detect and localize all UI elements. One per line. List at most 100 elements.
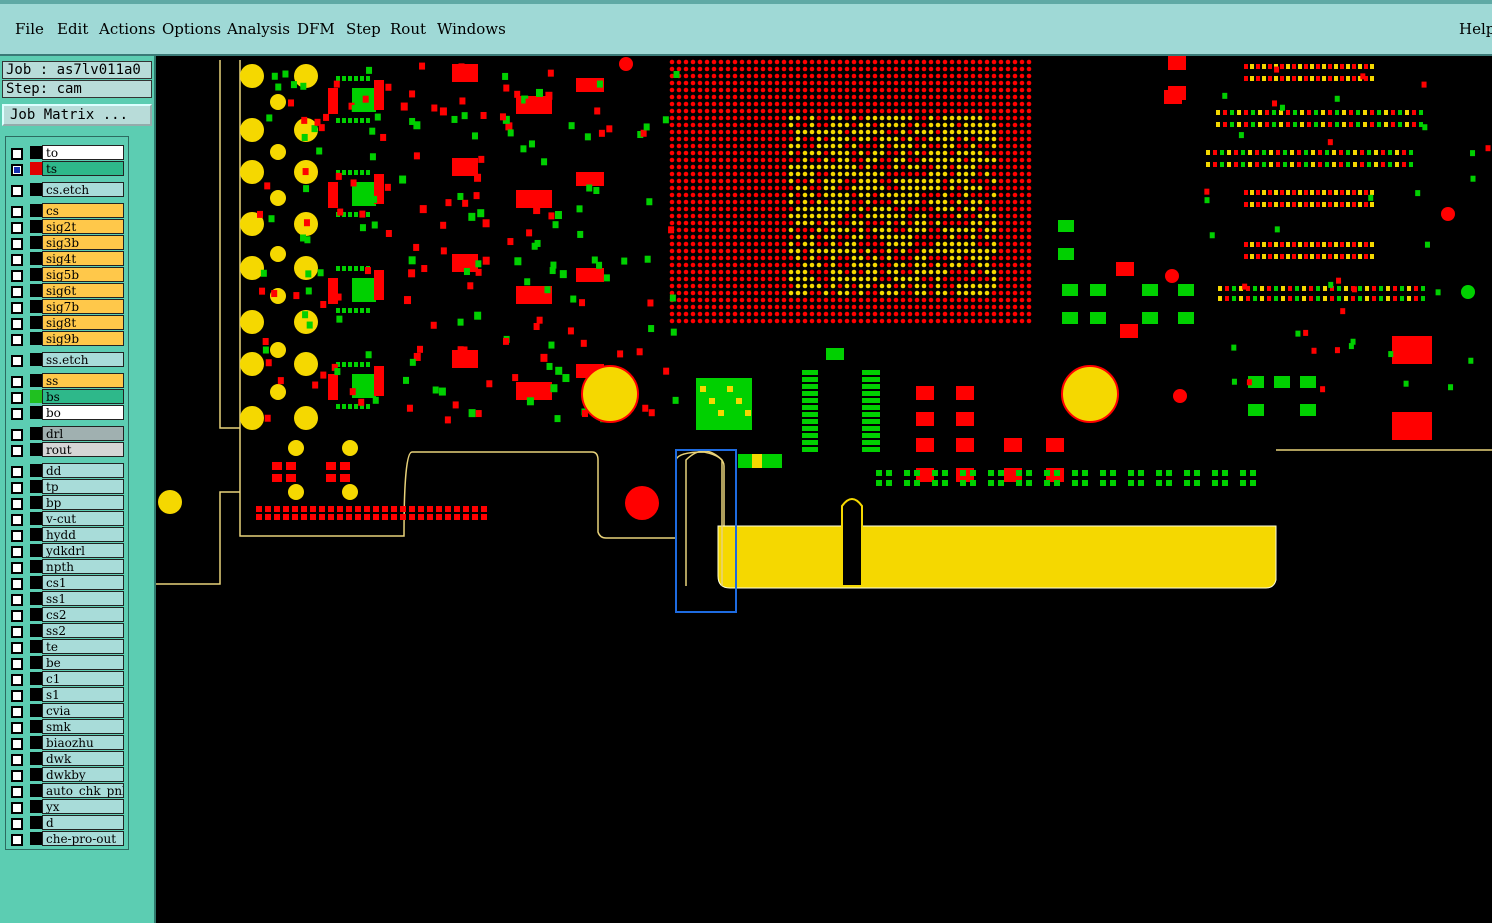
menu-help[interactable]: Help [1459,20,1492,38]
layer-color-swatch[interactable] [30,688,42,701]
layer-row-sig3b[interactable]: sig3b [6,235,128,251]
layer-checkbox[interactable] [11,148,23,160]
layer-checkbox[interactable] [11,674,23,686]
layer-color-swatch[interactable] [30,608,42,621]
layer-checkbox[interactable] [11,466,23,478]
layer-color-swatch[interactable] [30,332,42,345]
layer-color-swatch[interactable] [30,800,42,813]
layer-checkbox[interactable] [11,498,23,510]
menu-analysis[interactable]: Analysis [227,20,290,38]
layer-row-cvia[interactable]: cvia [6,703,128,719]
job-matrix-button[interactable]: Job Matrix ... [2,104,152,126]
layer-row-ss.etch[interactable]: ss.etch [6,352,128,368]
layer-checkbox[interactable] [11,355,23,367]
layer-checkbox[interactable] [11,786,23,798]
layer-color-swatch[interactable] [30,284,42,297]
layer-row-dwkby[interactable]: dwkby [6,767,128,783]
layer-checkbox[interactable] [11,802,23,814]
layer-row-to[interactable]: to [6,145,128,161]
layer-color-swatch[interactable] [30,162,42,175]
layer-row-be[interactable]: be [6,655,128,671]
layer-checkbox[interactable] [11,445,23,457]
layer-color-swatch[interactable] [30,268,42,281]
layer-checkbox[interactable] [11,562,23,574]
layer-color-swatch[interactable] [30,512,42,525]
layer-color-swatch[interactable] [30,220,42,233]
layer-row-bs[interactable]: bs [6,389,128,405]
layer-color-swatch[interactable] [30,353,42,366]
layer-checkbox[interactable] [11,185,23,197]
layer-checkbox[interactable] [11,722,23,734]
layer-checkbox[interactable] [11,238,23,250]
layer-color-swatch[interactable] [30,427,42,440]
layer-row-ss2[interactable]: ss2 [6,623,128,639]
layer-row-tp[interactable]: tp [6,479,128,495]
layer-row-biaozhu[interactable]: biaozhu [6,735,128,751]
layer-checkbox[interactable] [11,658,23,670]
layer-row-sig2t[interactable]: sig2t [6,219,128,235]
layer-color-swatch[interactable] [30,464,42,477]
menu-step[interactable]: Step [346,20,381,38]
layer-checkbox[interactable] [11,318,23,330]
layer-row-cs1[interactable]: cs1 [6,575,128,591]
layer-row-auto_chk_pnl[interactable]: auto_chk_pnl [6,783,128,799]
layer-checkbox[interactable] [11,482,23,494]
layer-row-sig4t[interactable]: sig4t [6,251,128,267]
menu-windows[interactable]: Windows [437,20,506,38]
layer-color-swatch[interactable] [30,236,42,249]
layer-checkbox[interactable] [11,222,23,234]
layer-color-swatch[interactable] [30,816,42,829]
layer-color-swatch[interactable] [30,624,42,637]
layer-color-swatch[interactable] [30,252,42,265]
layer-color-swatch[interactable] [30,406,42,419]
layer-color-swatch[interactable] [30,656,42,669]
layer-checkbox[interactable] [11,206,23,218]
layer-row-npth[interactable]: npth [6,559,128,575]
layer-row-sig5b[interactable]: sig5b [6,267,128,283]
layer-row-sig9b[interactable]: sig9b [6,331,128,347]
layer-checkbox[interactable] [11,302,23,314]
layer-row-cs2[interactable]: cs2 [6,607,128,623]
layer-checkbox[interactable] [11,376,23,388]
layer-row-ss1[interactable]: ss1 [6,591,128,607]
layer-color-swatch[interactable] [30,768,42,781]
layer-row-sig8t[interactable]: sig8t [6,315,128,331]
layer-row-v-cut[interactable]: v-cut [6,511,128,527]
layer-row-c1[interactable]: c1 [6,671,128,687]
layer-row-hydd[interactable]: hydd [6,527,128,543]
layer-checkbox[interactable] [11,392,23,404]
layer-row-bo[interactable]: bo [6,405,128,421]
menu-file[interactable]: File [15,20,44,38]
layer-checkbox[interactable] [11,754,23,766]
layer-checkbox[interactable] [11,738,23,750]
layer-checkbox[interactable] [11,770,23,782]
layer-color-swatch[interactable] [30,443,42,456]
layer-checkbox[interactable] [11,286,23,298]
layer-row-s1[interactable]: s1 [6,687,128,703]
layer-color-swatch[interactable] [30,640,42,653]
menu-rout[interactable]: Rout [390,20,426,38]
layer-color-swatch[interactable] [30,480,42,493]
layer-color-swatch[interactable] [30,672,42,685]
layer-row-cs[interactable]: cs [6,203,128,219]
layer-checkbox[interactable] [11,270,23,282]
layer-color-swatch[interactable] [30,374,42,387]
layer-checkbox[interactable] [11,578,23,590]
layer-row-bp[interactable]: bp [6,495,128,511]
layer-color-swatch[interactable] [30,183,42,196]
layer-color-swatch[interactable] [30,300,42,313]
layer-row-drl[interactable]: drl [6,426,128,442]
layer-color-swatch[interactable] [30,704,42,717]
layer-row-d[interactable]: d [6,815,128,831]
layer-checkbox[interactable] [11,514,23,526]
layer-checkbox[interactable] [11,334,23,346]
layer-color-swatch[interactable] [30,784,42,797]
layer-checkbox[interactable] [11,594,23,606]
layer-color-swatch[interactable] [30,146,42,159]
menu-options[interactable]: Options [162,20,221,38]
layer-color-swatch[interactable] [30,204,42,217]
layer-checkbox[interactable] [11,626,23,638]
layer-color-swatch[interactable] [30,720,42,733]
layer-row-ydkdrl[interactable]: ydkdrl [6,543,128,559]
graphic-canvas[interactable] [156,56,1492,923]
